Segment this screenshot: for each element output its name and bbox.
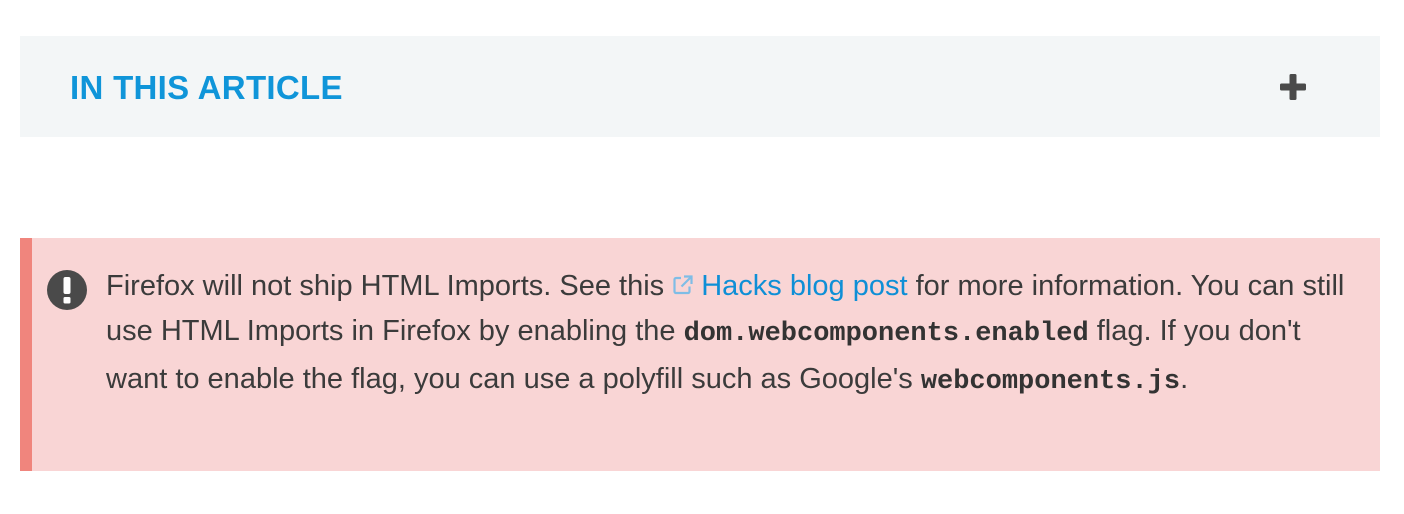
plus-icon[interactable] [1278, 72, 1308, 102]
exclamation-circle-icon [46, 269, 88, 311]
hacks-blog-link[interactable]: Hacks blog post [672, 270, 908, 302]
toc-title[interactable]: IN THIS ARTICLE [70, 68, 343, 108]
page: IN THIS ARTICLE Firefox will not ship HT… [0, 0, 1404, 514]
code-polyfill: webcomponents.js [920, 367, 1181, 397]
notice-text-part4: . [1180, 363, 1189, 395]
hacks-blog-link-text[interactable]: Hacks blog post [701, 270, 907, 302]
toc-toggle[interactable]: IN THIS ARTICLE [20, 36, 1380, 137]
warning-notice: Firefox will not ship HTML Imports. See … [20, 238, 1380, 471]
code-flag: dom.webcomponents.enabled [683, 319, 1089, 349]
notice-message: Firefox will not ship HTML Imports. See … [106, 264, 1356, 405]
notice-text-part1: Firefox will not ship HTML Imports. See … [106, 270, 673, 302]
external-link-icon [672, 265, 694, 295]
